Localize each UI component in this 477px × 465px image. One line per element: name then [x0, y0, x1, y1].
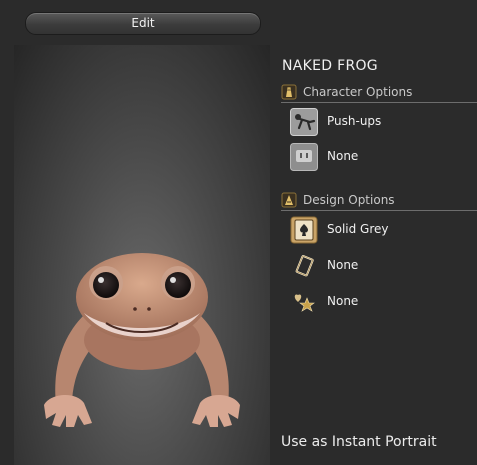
design-options-header: Design Options: [281, 192, 477, 211]
section-label: Design Options: [303, 193, 395, 207]
option-none-frame[interactable]: None: [290, 252, 470, 280]
edit-button[interactable]: Edit: [25, 12, 261, 35]
option-push-ups[interactable]: Push-ups: [290, 108, 470, 136]
push-ups-icon: [290, 108, 318, 136]
option-label: Push-ups: [327, 114, 382, 128]
spade-card-icon: [290, 216, 318, 244]
option-none-accent[interactable]: None: [290, 288, 470, 316]
section-label: Character Options: [303, 85, 413, 99]
use-as-instant-portrait-option[interactable]: Use as Instant Portrait: [281, 434, 437, 450]
character-options-header: Character Options: [281, 84, 477, 103]
option-label: None: [327, 258, 359, 272]
option-label: Solid Grey: [327, 222, 389, 236]
frog-character-image: [44, 253, 240, 427]
blank-plug-icon: [290, 143, 318, 171]
portrait-title: NAKED FROG: [282, 58, 378, 74]
portrait-preview[interactable]: [14, 45, 270, 465]
heart-star-icon: [294, 294, 315, 312]
gold-bag-icon: [281, 84, 297, 100]
option-label: None: [327, 294, 359, 308]
option-none-character[interactable]: None: [290, 143, 470, 171]
frame-icon: [295, 255, 314, 277]
option-label: None: [327, 149, 359, 163]
design-book-icon: [281, 192, 297, 208]
option-solid-grey[interactable]: Solid Grey: [290, 216, 470, 244]
